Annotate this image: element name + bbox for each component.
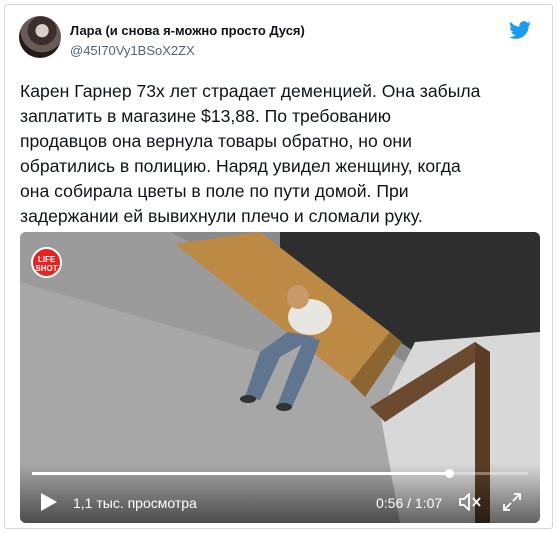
author-name[interactable]: Лара (и снова я-можно просто Дуся) — [70, 23, 305, 38]
lifeshot-logo: LIFE SHOT — [31, 247, 62, 278]
tweet-card[interactable]: Лара (и снова я-можно просто Дуся) @45I7… — [4, 4, 553, 529]
avatar[interactable] — [19, 16, 61, 58]
fullscreen-icon[interactable] — [502, 492, 522, 512]
progress-bar[interactable] — [32, 469, 528, 478]
video-player[interactable]: LIFE SHOT 1,1 тыс. просмотра 0:56 / 1:07 — [20, 232, 540, 523]
tweet-text: Карен Гарнер 73х лет страдает деменцией.… — [20, 79, 540, 229]
view-count: 1,1 тыс. просмотра — [73, 495, 197, 511]
logo-text-bottom: SHOT — [35, 264, 58, 273]
tweet-line: Карен Гарнер 73х лет страдает деменцией.… — [20, 81, 481, 101]
tweet-line: продавцов она вернула товары обратно, но… — [20, 131, 412, 151]
twitter-bird-icon[interactable] — [507, 19, 533, 41]
progress-handle[interactable] — [444, 469, 454, 478]
author-handle[interactable]: @45I70Vy1BSoX2ZX — [70, 43, 195, 58]
playback-time: 0:56 / 1:07 — [376, 495, 443, 511]
play-icon[interactable] — [38, 492, 58, 512]
tweet-line: заплатить в магазине $13,88. По требован… — [20, 106, 391, 126]
tweet-line: задержании ей вывихнули плечо и сломали … — [20, 206, 423, 226]
tweet-line: обратились в полицию. Наряд увидел женщи… — [20, 156, 461, 176]
volume-muted-icon[interactable] — [458, 492, 482, 512]
progress-fill — [32, 472, 449, 475]
logo-text-top: LIFE — [37, 255, 56, 264]
video-controls: 1,1 тыс. просмотра 0:56 / 1:07 — [20, 464, 540, 523]
tweet-line: она собирала цветы в поле по пути домой.… — [20, 181, 409, 201]
